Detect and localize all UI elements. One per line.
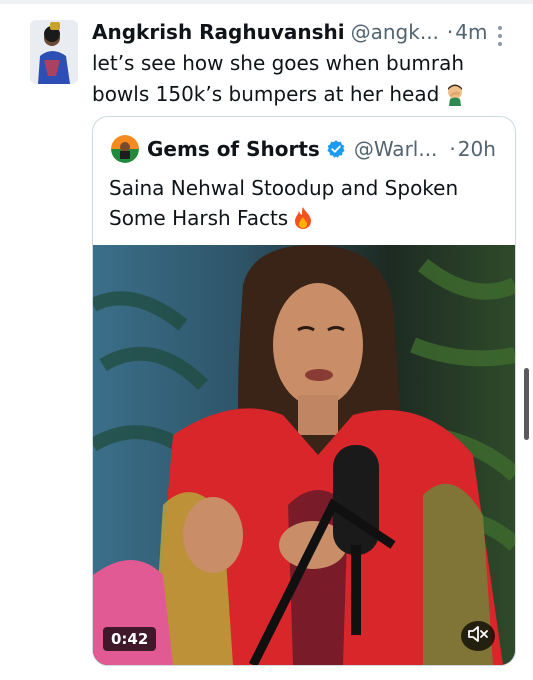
video-duration: 0:42: [103, 627, 157, 651]
mute-toggle-button[interactable]: [461, 621, 495, 651]
author-avatar[interactable]: [30, 20, 78, 84]
quoted-tweet[interactable]: Gems of Shorts @Warl... · 20h Saina Nehw…: [92, 116, 516, 666]
more-dot: [498, 26, 502, 30]
more-dot: [498, 42, 502, 46]
quoted-author-name[interactable]: Gems of Shorts: [147, 137, 320, 161]
video-thumbnail: [93, 245, 515, 665]
more-dot: [498, 34, 502, 38]
more-options-button[interactable]: [488, 22, 512, 50]
tweet[interactable]: Angkrish Raghuvanshi @angk... · 4m let’s…: [0, 4, 533, 680]
fire-emoji-icon: [292, 206, 314, 238]
video-player[interactable]: 0:42: [93, 245, 515, 665]
quoted-tweet-text-content: Saina Nehwal Stoodup and Spoken Some Har…: [109, 176, 459, 230]
dot-separator: ·: [446, 20, 454, 44]
author-handle[interactable]: @angk...: [351, 20, 439, 44]
speaker-muted-icon: [467, 625, 489, 647]
avatar-image: [30, 20, 78, 84]
tweet-timestamp[interactable]: 4m: [455, 20, 487, 44]
tweet-header: Angkrish Raghuvanshi @angk... · 4m: [92, 16, 492, 48]
quoted-tweet-timestamp[interactable]: 20h: [458, 137, 496, 161]
quoted-author-avatar[interactable]: [111, 135, 139, 163]
quoted-author-handle[interactable]: @Warl...: [354, 137, 438, 161]
facepalm-emoji-icon: [443, 82, 467, 115]
quoted-tweet-header: Gems of Shorts @Warl... · 20h: [147, 131, 507, 167]
page-scrollbar[interactable]: [524, 368, 529, 440]
author-name[interactable]: Angkrish Raghuvanshi: [92, 20, 345, 44]
dot-separator: ·: [449, 137, 456, 161]
quoted-tweet-text: Saina Nehwal Stoodup and Spoken Some Har…: [109, 173, 499, 238]
verified-badge-icon: [326, 139, 346, 159]
tweet-text-content: let’s see how she goes when bumrah bowls…: [92, 51, 465, 106]
tweet-text: let’s see how she goes when bumrah bowls…: [92, 48, 512, 115]
